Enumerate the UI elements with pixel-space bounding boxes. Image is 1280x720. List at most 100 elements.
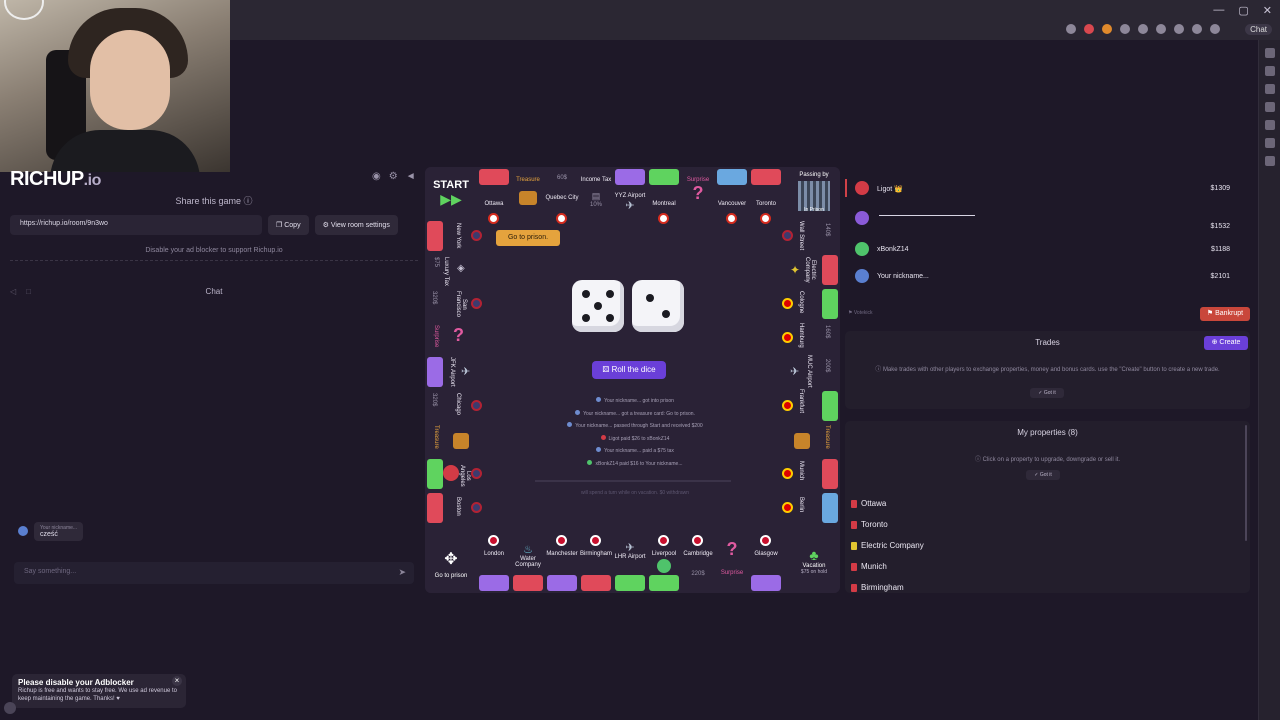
create-trade-button[interactable]: ⊕ Create bbox=[1204, 336, 1248, 350]
tile-luxury-tax[interactable]: $75 Luxury Tax ◈ bbox=[425, 253, 477, 287]
tile-chicago[interactable]: 320$ Chicago bbox=[425, 389, 482, 423]
properties-info: ⓘ Click on a property to upgrade, downgr… bbox=[974, 457, 1121, 463]
player-row[interactable]: xBonkZ14 $1188 bbox=[845, 240, 1230, 260]
tile-cologne[interactable]: Cologne bbox=[782, 287, 840, 321]
player-row[interactable]: Ligot 👑 $1309 bbox=[845, 179, 1230, 199]
extension-icon[interactable] bbox=[1174, 24, 1184, 34]
rail-app-icon[interactable] bbox=[1264, 138, 1275, 148]
property-item[interactable]: Electric Company bbox=[849, 537, 1239, 555]
extension-icon[interactable] bbox=[1156, 24, 1166, 34]
rail-app-icon[interactable] bbox=[1264, 120, 1275, 130]
tile-cambridge[interactable]: Cambridge 220$ bbox=[681, 535, 715, 593]
tile-surprise-left[interactable]: Surprise ? bbox=[425, 321, 477, 355]
tile-frankfurt[interactable]: Frankfurt bbox=[782, 389, 840, 423]
votekick-button[interactable]: ⚑ Votekick bbox=[848, 310, 873, 316]
tile-income-tax[interactable]: Income Tax ▤ 10% bbox=[579, 167, 613, 219]
extension-icon[interactable] bbox=[1120, 24, 1130, 34]
tile-wall-street[interactable]: Wall Street 140$ bbox=[782, 219, 840, 253]
start-corner[interactable]: START ▶▶ bbox=[425, 167, 477, 219]
floating-help-icon[interactable] bbox=[4, 702, 16, 714]
close-window-icon[interactable]: ✕ bbox=[1263, 4, 1272, 17]
player-row[interactable]: Your nickname... $2101 bbox=[845, 267, 1230, 287]
tile-vancouver[interactable]: Vancouver bbox=[715, 167, 749, 224]
color-band bbox=[427, 493, 443, 523]
tile-montreal[interactable]: Montreal bbox=[647, 167, 681, 224]
log-line: Ligot paid $26 to xBonkZ14 bbox=[520, 433, 750, 446]
tile-water-company[interactable]: ♨ Water Company bbox=[511, 541, 545, 593]
profile-avatar-icon[interactable] bbox=[1210, 24, 1220, 34]
tile-manchester[interactable]: Manchester bbox=[545, 535, 579, 593]
tile-treasure-right[interactable]: Treasure bbox=[788, 423, 840, 457]
tile-treasure[interactable]: Treasure bbox=[511, 167, 545, 219]
color-band bbox=[427, 221, 443, 251]
extension-icon[interactable] bbox=[1102, 24, 1112, 34]
bookmark-star-icon[interactable] bbox=[1066, 24, 1076, 34]
tile-new-york[interactable]: New York bbox=[425, 219, 482, 253]
minimize-icon[interactable]: — bbox=[1213, 4, 1224, 17]
tile-london[interactable]: London bbox=[477, 535, 511, 593]
copy-button[interactable]: ❐ Copy bbox=[268, 215, 309, 235]
roll-dice-button[interactable]: ⚄ Roll the dice bbox=[592, 361, 666, 379]
view-room-settings-button[interactable]: ⚙ View room settings bbox=[314, 215, 398, 235]
chat-input[interactable]: Say something... bbox=[14, 562, 414, 584]
tile-liverpool[interactable]: Liverpool bbox=[647, 535, 681, 593]
tile-jfk-airport[interactable]: JFK Airport ✈ bbox=[425, 355, 477, 389]
share-title: Share this game ⓘ bbox=[175, 196, 253, 206]
discord-icon[interactable]: ◉ bbox=[372, 171, 381, 182]
tile-surprise-bottom[interactable]: ? Surprise bbox=[715, 539, 749, 593]
tile-berlin[interactable]: Berlin bbox=[782, 491, 840, 525]
color-band bbox=[822, 493, 838, 523]
color-band bbox=[615, 169, 645, 185]
tile-treasure-left[interactable]: Treasure bbox=[425, 423, 477, 457]
got-it-button[interactable]: ✓ Got it bbox=[1026, 470, 1060, 480]
tile-muc-airport[interactable]: ✈ MUC Airport 200$ bbox=[788, 355, 840, 389]
property-item[interactable]: Toronto bbox=[849, 516, 1239, 534]
browser-chat-button[interactable]: Chat bbox=[1245, 24, 1272, 35]
tile-san-francisco[interactable]: 320$ San Francisco bbox=[425, 287, 482, 321]
go-to-prison-popup: Go to prison. bbox=[496, 230, 560, 246]
tile-hamburg[interactable]: Hamburg 160$ bbox=[782, 321, 840, 355]
bankrupt-button[interactable]: ⚑ Bankrupt bbox=[1200, 307, 1250, 321]
tile-toronto[interactable]: Toronto bbox=[749, 167, 783, 224]
scrollbar[interactable] bbox=[1245, 425, 1247, 541]
player-row[interactable]: $1532 bbox=[845, 209, 1230, 230]
got-it-button[interactable]: ✓ Got it bbox=[1030, 388, 1064, 398]
tile-yyz-airport[interactable]: YYZ Airport ✈ bbox=[613, 167, 647, 219]
tile-electric-company[interactable]: ✦ Electric Company bbox=[788, 253, 840, 287]
color-band bbox=[751, 575, 781, 591]
rail-app-icon[interactable] bbox=[1264, 66, 1275, 76]
tile-ottawa[interactable]: Ottawa bbox=[477, 167, 511, 224]
tile-munich[interactable]: Munich bbox=[782, 457, 840, 491]
tile-glasgow[interactable]: Glasgow bbox=[749, 535, 783, 593]
extension-icon[interactable] bbox=[1192, 24, 1202, 34]
go-to-prison-corner[interactable]: ✥ Go to prison bbox=[425, 541, 477, 593]
tile-los-angeles[interactable]: Los Angeles bbox=[425, 457, 482, 491]
close-icon[interactable]: × bbox=[172, 676, 182, 686]
tile-quebec-city[interactable]: 60$ Quebec City bbox=[545, 167, 579, 224]
log-line: Your nickname... paid a $75 tax bbox=[520, 445, 750, 458]
info-icon: ⓘ bbox=[875, 367, 883, 373]
settings-icon[interactable]: ⚙ bbox=[389, 171, 398, 182]
richup-logo[interactable]: RICHUP.io bbox=[10, 168, 101, 191]
add-icon[interactable] bbox=[1264, 156, 1275, 166]
property-item[interactable]: Munich bbox=[849, 558, 1239, 576]
prison-corner[interactable]: Passing by In Prison bbox=[788, 167, 840, 219]
search-icon[interactable] bbox=[1264, 48, 1275, 58]
adblock-note: Disable your ad blocker to support Richu… bbox=[10, 247, 418, 261]
vacation-corner[interactable]: ♣ Vacation $75 on hold bbox=[788, 541, 840, 593]
info-icon[interactable]: ⓘ bbox=[244, 196, 253, 206]
tile-surprise[interactable]: Surprise ? bbox=[681, 167, 715, 219]
extension-icon[interactable] bbox=[1138, 24, 1148, 34]
tile-birmingham[interactable]: Birmingham bbox=[579, 535, 613, 593]
extension-icon[interactable] bbox=[1084, 24, 1094, 34]
property-item[interactable]: Birmingham bbox=[849, 579, 1239, 593]
send-icon[interactable]: ➤ bbox=[398, 567, 406, 578]
sound-icon[interactable]: ◄ bbox=[406, 171, 416, 182]
room-url-field[interactable]: https://richup.io/room/9n3wo bbox=[10, 215, 262, 235]
property-item[interactable]: Ottawa bbox=[849, 495, 1239, 513]
tile-boston[interactable]: Boston bbox=[425, 491, 482, 525]
tile-lhr-airport[interactable]: ✈ LHR Airport bbox=[613, 541, 647, 593]
rail-app-icon[interactable] bbox=[1264, 102, 1275, 112]
maximize-icon[interactable]: ▢ bbox=[1238, 4, 1248, 17]
rail-app-icon[interactable] bbox=[1264, 84, 1275, 94]
